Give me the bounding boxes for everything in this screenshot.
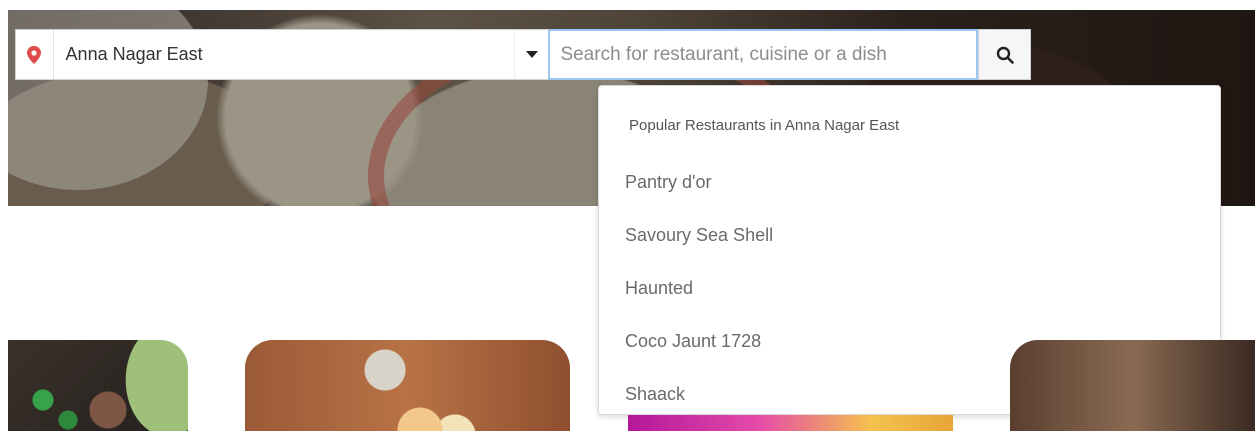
location-dropdown-toggle[interactable] xyxy=(513,30,549,79)
suggestion-item[interactable]: Savoury Sea Shell xyxy=(625,225,773,246)
location-pin-icon xyxy=(16,30,54,79)
suggestion-item[interactable]: Pantry d'or xyxy=(625,172,711,193)
category-card-image[interactable] xyxy=(628,415,953,431)
dropdown-title: Popular Restaurants in Anna Nagar East xyxy=(629,117,900,134)
suggestion-item[interactable]: Coco Jaunt 1728 xyxy=(625,331,761,352)
location-value: Anna Nagar East xyxy=(65,44,203,64)
caret-down-icon xyxy=(525,51,538,58)
search-button[interactable] xyxy=(978,30,1031,79)
location-selector[interactable]: Anna Nagar East xyxy=(54,30,514,79)
category-card-image[interactable] xyxy=(245,340,570,431)
suggestion-item[interactable]: Haunted xyxy=(625,278,693,299)
suggestion-item[interactable]: Shaack xyxy=(625,384,685,405)
search-icon xyxy=(996,46,1014,64)
search-input[interactable] xyxy=(548,29,979,80)
category-card-image[interactable] xyxy=(1010,340,1255,431)
category-card-image[interactable] xyxy=(8,340,188,431)
search-bar: Anna Nagar East xyxy=(15,29,1031,80)
